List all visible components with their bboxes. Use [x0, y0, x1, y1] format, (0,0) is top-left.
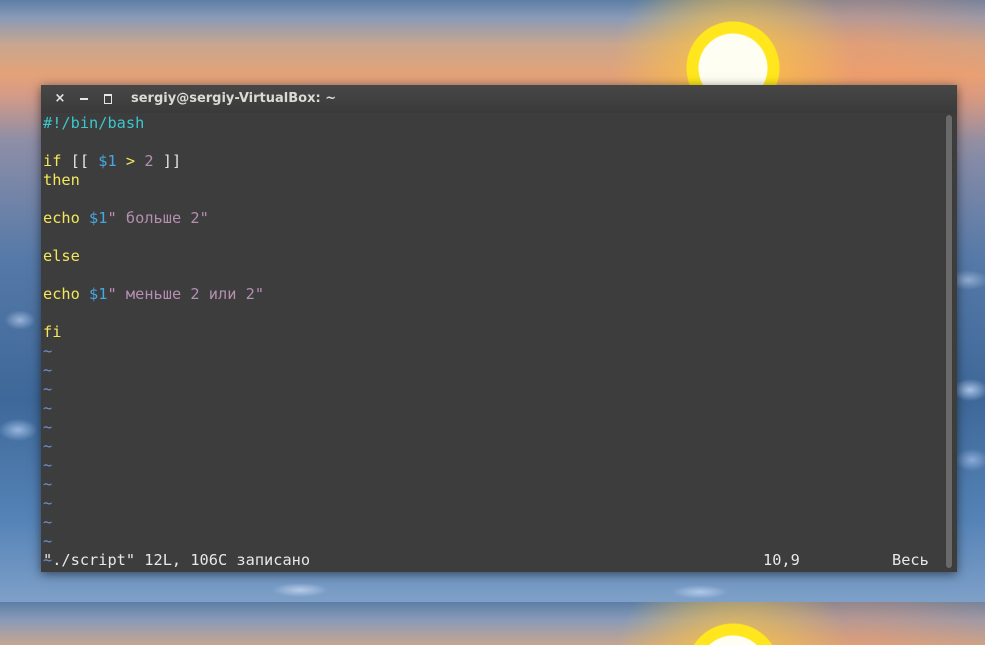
close-button[interactable]: × — [53, 91, 67, 107]
if-variable: $1 — [98, 152, 117, 170]
code-line-8: else — [43, 247, 80, 266]
scrollbar-thumb[interactable] — [946, 115, 952, 568]
code-line-1: #!/bin/bash — [43, 114, 144, 133]
maximize-button[interactable] — [101, 91, 115, 107]
empty-line-tilde: ~ — [43, 456, 53, 474]
status-cursor-position: 10,9 — [763, 551, 800, 569]
echo-keyword: echo — [43, 209, 80, 227]
code-line-3: if [[ $1 > 2 ]] — [43, 152, 181, 171]
else-keyword: else — [43, 247, 80, 265]
if-close-bracket: ]] — [153, 152, 182, 170]
empty-line-tilde: ~ — [43, 475, 53, 493]
echo-variable: $1 — [79, 209, 108, 227]
empty-line-tilde: ~ — [43, 399, 53, 417]
code-line-6: echo $1" больше 2" — [43, 209, 209, 228]
status-scroll-position: Весь — [892, 551, 929, 569]
vim-editor[interactable]: #!/bin/bash if [[ $1 > 2 ]] then echo $1… — [43, 113, 939, 572]
empty-line-tilde: ~ — [43, 380, 53, 398]
empty-line-tilde: ~ — [43, 494, 53, 512]
status-file-info: "./script" 12L, 106C записано — [43, 551, 311, 569]
echo-keyword: echo — [43, 285, 80, 303]
title-bar[interactable]: × sergiy@sergiy-VirtualBox: ~ — [41, 85, 957, 113]
code-line-10: echo $1" меньше 2 или 2" — [43, 285, 264, 304]
close-icon: × — [54, 91, 66, 106]
then-keyword: then — [43, 171, 80, 189]
code-line-4: then — [43, 171, 80, 190]
scrollbar[interactable] — [945, 115, 953, 568]
if-operator: > — [116, 152, 145, 170]
empty-line-tilde: ~ — [43, 513, 53, 531]
if-open-bracket: [[ — [61, 152, 99, 170]
shebang: #!/bin/bash — [43, 114, 145, 132]
terminal-window[interactable]: × sergiy@sergiy-VirtualBox: ~ #!/bin/bas… — [41, 85, 957, 572]
echo-string: " больше 2" — [107, 209, 209, 227]
empty-line-tilde: ~ — [43, 342, 53, 360]
if-keyword: if — [43, 152, 62, 170]
echo-string: " меньше 2 или 2" — [107, 285, 265, 303]
empty-line-tilde: ~ — [43, 437, 53, 455]
echo-variable: $1 — [79, 285, 108, 303]
empty-line-tilde: ~ — [43, 418, 53, 436]
if-number: 2 — [144, 152, 154, 170]
fi-keyword: fi — [43, 323, 62, 341]
code-line-12: fi — [43, 323, 61, 342]
window-title: sergiy@sergiy-VirtualBox: ~ — [131, 91, 337, 106]
empty-line-tilde: ~ — [43, 532, 53, 550]
minimize-button[interactable] — [77, 91, 91, 107]
empty-line-tilde: ~ — [43, 361, 53, 379]
